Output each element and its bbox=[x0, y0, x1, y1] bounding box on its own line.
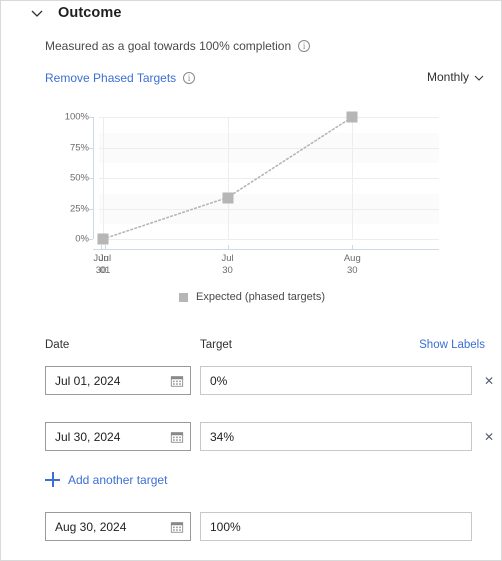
data-point-marker[interactable] bbox=[346, 111, 358, 123]
info-icon[interactable]: i bbox=[298, 40, 311, 52]
y-axis-tick-label: 25% bbox=[69, 203, 89, 214]
show-labels-link[interactable]: Show Labels bbox=[419, 339, 485, 351]
cadence-value: Monthly bbox=[426, 70, 469, 84]
x-axis-line bbox=[93, 249, 439, 250]
x-axis-tick-label-day: 30 bbox=[222, 265, 233, 276]
table-row: Aug 30, 2024 100% bbox=[1, 512, 501, 541]
y-axis-tick bbox=[89, 147, 93, 149]
table-row: Jul 30, 2024 34% ✕ bbox=[1, 422, 501, 451]
legend-swatch-icon bbox=[178, 292, 188, 302]
x-axis-tick-label: Jul 30 bbox=[221, 253, 233, 277]
y-axis-tick bbox=[89, 239, 93, 240]
x-axis-tick bbox=[227, 245, 229, 250]
x-axis-tick bbox=[101, 245, 103, 250]
y-axis-tick bbox=[89, 178, 93, 179]
table-row: Jul 01, 2024 0% ✕ bbox=[1, 366, 501, 395]
x-axis-tick-label-month: Aug bbox=[343, 253, 361, 264]
x-axis-tick-label-month: Jul bbox=[221, 253, 234, 264]
date-input-value: Aug 30, 2024 bbox=[55, 519, 127, 534]
date-input-value: Jul 01, 2024 bbox=[55, 373, 121, 388]
x-axis-tick-label-day: 30 bbox=[347, 265, 358, 276]
legend-label: Expected (phased targets) bbox=[195, 291, 326, 303]
chevron-down-icon[interactable] bbox=[30, 6, 44, 20]
target-input[interactable]: 0% bbox=[200, 366, 472, 395]
y-axis-labels: 100% 75% 50% 25% 0% bbox=[49, 105, 89, 245]
chevron-down-icon bbox=[474, 72, 484, 82]
date-input[interactable]: Aug 30, 2024 bbox=[45, 512, 191, 541]
target-input-value: 0% bbox=[210, 373, 228, 388]
target-input[interactable]: 100% bbox=[200, 512, 472, 541]
x-axis-tick-label-day: 01 bbox=[99, 265, 111, 276]
x-axis-labels: Jun 30 Jul 01 Jul 30 Aug 30 bbox=[1, 253, 501, 287]
x-axis-tick bbox=[352, 245, 354, 250]
table-header-row: Date Target Show Labels bbox=[1, 339, 501, 357]
series-line bbox=[102, 116, 354, 240]
chart-legend: Expected (phased targets) bbox=[1, 291, 501, 303]
calendar-icon[interactable] bbox=[170, 520, 184, 534]
column-header-date: Date bbox=[45, 339, 70, 351]
page-title: Outcome bbox=[58, 5, 122, 21]
remove-phased-targets-row: Remove Phased Targets i bbox=[45, 71, 196, 85]
y-axis-tick bbox=[89, 117, 93, 118]
y-axis-tick-label: 100% bbox=[64, 111, 89, 123]
gridline bbox=[99, 239, 439, 240]
add-another-target-button[interactable]: Add another target bbox=[45, 472, 167, 487]
close-icon[interactable]: ✕ bbox=[482, 374, 496, 388]
target-input[interactable]: 34% bbox=[200, 422, 472, 451]
y-axis-tick-label: 75% bbox=[69, 142, 89, 153]
info-icon[interactable]: i bbox=[183, 72, 196, 84]
column-header-target: Target bbox=[200, 339, 232, 351]
plot-area bbox=[97, 111, 439, 245]
phased-targets-chart: 100% 75% 50% 25% 0% Jun 30 Jul 01 Jul 30 Aug 30 Exp… bbox=[1, 105, 501, 315]
y-axis-line bbox=[93, 117, 94, 239]
date-input-value: Jul 30, 2024 bbox=[55, 429, 121, 444]
date-input[interactable]: Jul 30, 2024 bbox=[45, 422, 191, 451]
data-point-marker[interactable] bbox=[97, 233, 109, 245]
x-axis-tick bbox=[105, 245, 107, 250]
cadence-dropdown[interactable]: Monthly bbox=[427, 70, 484, 84]
section-header[interactable]: Outcome bbox=[30, 5, 122, 21]
plus-icon bbox=[45, 472, 60, 487]
y-axis-tick bbox=[89, 208, 93, 210]
measurement-description: Measured as a goal towards 100% completi… bbox=[45, 39, 311, 53]
measurement-description-text: Measured as a goal towards 100% completi… bbox=[45, 39, 292, 53]
y-axis-tick-label: 0% bbox=[75, 233, 89, 245]
add-another-target-label: Add another target bbox=[68, 472, 168, 487]
date-input[interactable]: Jul 01, 2024 bbox=[45, 366, 191, 395]
x-axis-tick-label-month: Jul bbox=[98, 253, 112, 264]
y-axis-tick-label: 50% bbox=[69, 172, 89, 184]
remove-phased-targets-link[interactable]: Remove Phased Targets bbox=[45, 71, 176, 85]
target-input-value: 100% bbox=[210, 519, 241, 534]
x-axis-tick-label: Jul 01 bbox=[99, 253, 111, 277]
outcome-panel: Outcome Measured as a goal towards 100% … bbox=[0, 0, 502, 561]
close-icon[interactable]: ✕ bbox=[482, 430, 496, 444]
calendar-icon[interactable] bbox=[170, 374, 184, 388]
target-input-value: 34% bbox=[210, 429, 235, 444]
calendar-icon[interactable] bbox=[170, 430, 184, 444]
data-point-marker[interactable] bbox=[222, 192, 234, 204]
x-axis-tick-label: Aug 30 bbox=[344, 253, 361, 277]
